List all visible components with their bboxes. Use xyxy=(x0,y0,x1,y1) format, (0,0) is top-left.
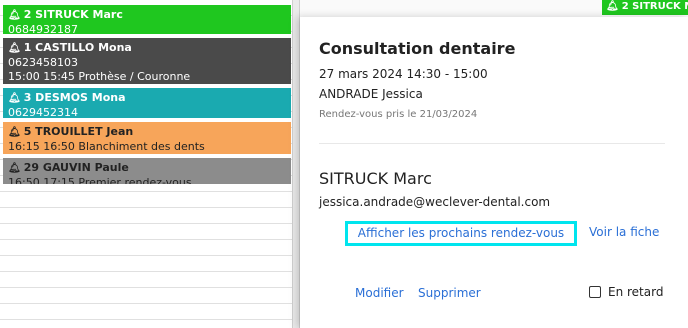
appointment-title: 🔔︎ 3 DESMOS Mona xyxy=(8,91,291,106)
appointment-phone: 0623458103 xyxy=(8,56,78,69)
popover-divider xyxy=(319,143,665,144)
show-next-appointments-link[interactable]: Afficher les prochains rendez-vous xyxy=(345,221,577,246)
appointment-title: 🔔︎ 29 GAUVIN Paule xyxy=(8,161,291,176)
appointment-details: 16:15 16:50 Blanchiment des dents xyxy=(8,140,205,153)
appointment-phone: 0629452314 xyxy=(8,106,78,118)
appointment-gauvin[interactable]: 🔔︎ 29 GAUVIN Paule 16:50 17:15 Premier re… xyxy=(3,158,291,184)
bell-icon: 🔔︎ xyxy=(8,127,21,138)
delete-link[interactable]: Supprimer xyxy=(418,286,481,300)
appointment-name: 29 GAUVIN Paule xyxy=(23,161,129,174)
appointment-title: 🔔︎ 1 CASTILLO Mona xyxy=(8,41,291,56)
bell-icon: 🔔︎ xyxy=(8,93,21,104)
appointment-name: 2 SITRUCK M xyxy=(621,1,688,12)
bell-icon: 🔔︎ xyxy=(8,10,21,21)
appointment-name: 2 SITRUCK Marc xyxy=(23,8,123,21)
popover-title: Consultation dentaire xyxy=(319,39,516,58)
appointment-details: 15:00 15:45 Prothèse / Couronne xyxy=(8,70,191,83)
appointment-castillo[interactable]: 🔔︎ 1 CASTILLO Mona 0623458103 15:00 15:45… xyxy=(3,38,291,84)
bell-icon: 🔔︎ xyxy=(8,163,21,174)
patient-name: SITRUCK Marc xyxy=(319,169,432,188)
appointment-trouillet[interactable]: 🔔︎ 5 TROUILLET Jean 16:15 16:50 Blanchime… xyxy=(3,122,291,154)
appointment-datetime: 27 mars 2024 14:30 - 15:00 xyxy=(319,67,488,81)
appointment-details: 16:50 17:15 Premier rendez-vous xyxy=(8,176,192,184)
appointment-sitruck-right[interactable]: 🔔︎ 2 SITRUCK M xyxy=(602,0,688,15)
appointment-title: 🔔︎ 2 SITRUCK Marc xyxy=(8,8,291,23)
late-label: En retard xyxy=(608,285,664,299)
calendar-column-divider xyxy=(292,0,300,328)
modify-link[interactable]: Modifier xyxy=(355,286,404,300)
booking-date: Rendez-vous pris le 21/03/2024 xyxy=(319,109,478,120)
practitioner-name: ANDRADE Jessica xyxy=(319,87,423,101)
bell-icon: 🔔︎ xyxy=(8,43,21,54)
appointment-name: 3 DESMOS Mona xyxy=(23,91,126,104)
appointment-popover: Consultation dentaire 27 mars 2024 14:30… xyxy=(300,17,688,328)
appointment-name: 5 TROUILLET Jean xyxy=(23,125,134,138)
appointment-title: 🔔︎ 5 TROUILLET Jean xyxy=(8,125,291,140)
appointment-desmos[interactable]: 🔔︎ 3 DESMOS Mona 0629452314 xyxy=(3,88,291,118)
appointment-phone: 0684932187 xyxy=(8,23,78,34)
bell-icon: 🔔︎ xyxy=(606,1,619,12)
late-checkbox-row[interactable]: En retard xyxy=(589,285,663,299)
appointment-name: 1 CASTILLO Mona xyxy=(23,41,132,54)
appointment-sitruck[interactable]: 🔔︎ 2 SITRUCK Marc 0684932187 xyxy=(3,5,291,34)
view-record-link[interactable]: Voir la fiche xyxy=(589,225,659,239)
late-checkbox[interactable] xyxy=(589,286,601,298)
patient-email: jessica.andrade@weclever-dental.com xyxy=(319,195,551,209)
